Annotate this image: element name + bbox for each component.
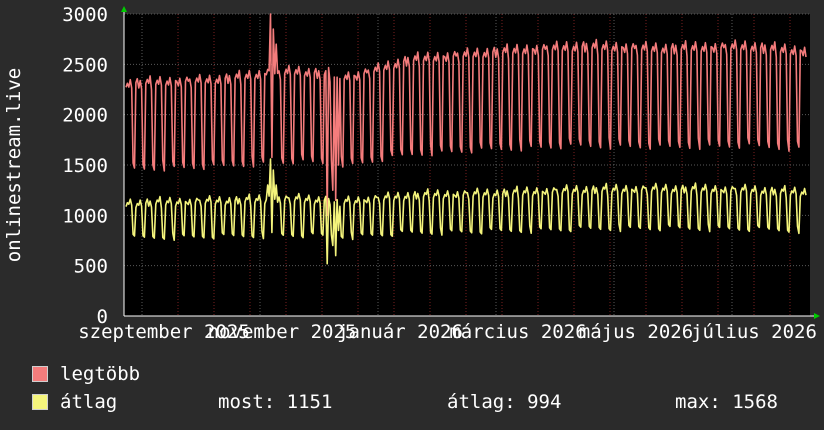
stat-avg: átlag: 994 (447, 391, 562, 413)
y-tick-label: 1500 (62, 155, 108, 177)
y-ticks: 050010001500200025003000 (62, 4, 108, 328)
x-tick-label: január 2026 (337, 321, 463, 343)
legend-max: legtöbb (32, 363, 141, 385)
y-axis-label: onlinestream.live (3, 68, 25, 262)
x-tick-label: május 2026 (579, 321, 693, 343)
legend-avg-swatch (32, 394, 48, 410)
legend-max-swatch (32, 366, 48, 382)
y-axis-arrow (121, 6, 127, 12)
stat-now: most: 1151 (218, 391, 333, 413)
y-tick-label: 2000 (62, 105, 108, 127)
y-tick-label: 1000 (62, 205, 108, 227)
x-axis-arrow (814, 313, 820, 319)
legend-avg-label: átlag (60, 391, 118, 413)
x-tick-label: július 2026 (691, 321, 817, 343)
legend-max-label: legtöbb (60, 363, 141, 385)
x-ticks: szeptember 2025november 2025január 2026m… (78, 321, 817, 343)
x-tick-label: március 2026 (449, 321, 586, 343)
legend-avg: átlag (32, 391, 118, 413)
stat-max: max: 1568 (675, 391, 778, 413)
y-tick-label: 3000 (62, 4, 108, 26)
y-tick-label: 500 (74, 256, 108, 278)
x-tick-label: november 2025 (208, 321, 357, 343)
y-tick-label: 2500 (62, 54, 108, 76)
